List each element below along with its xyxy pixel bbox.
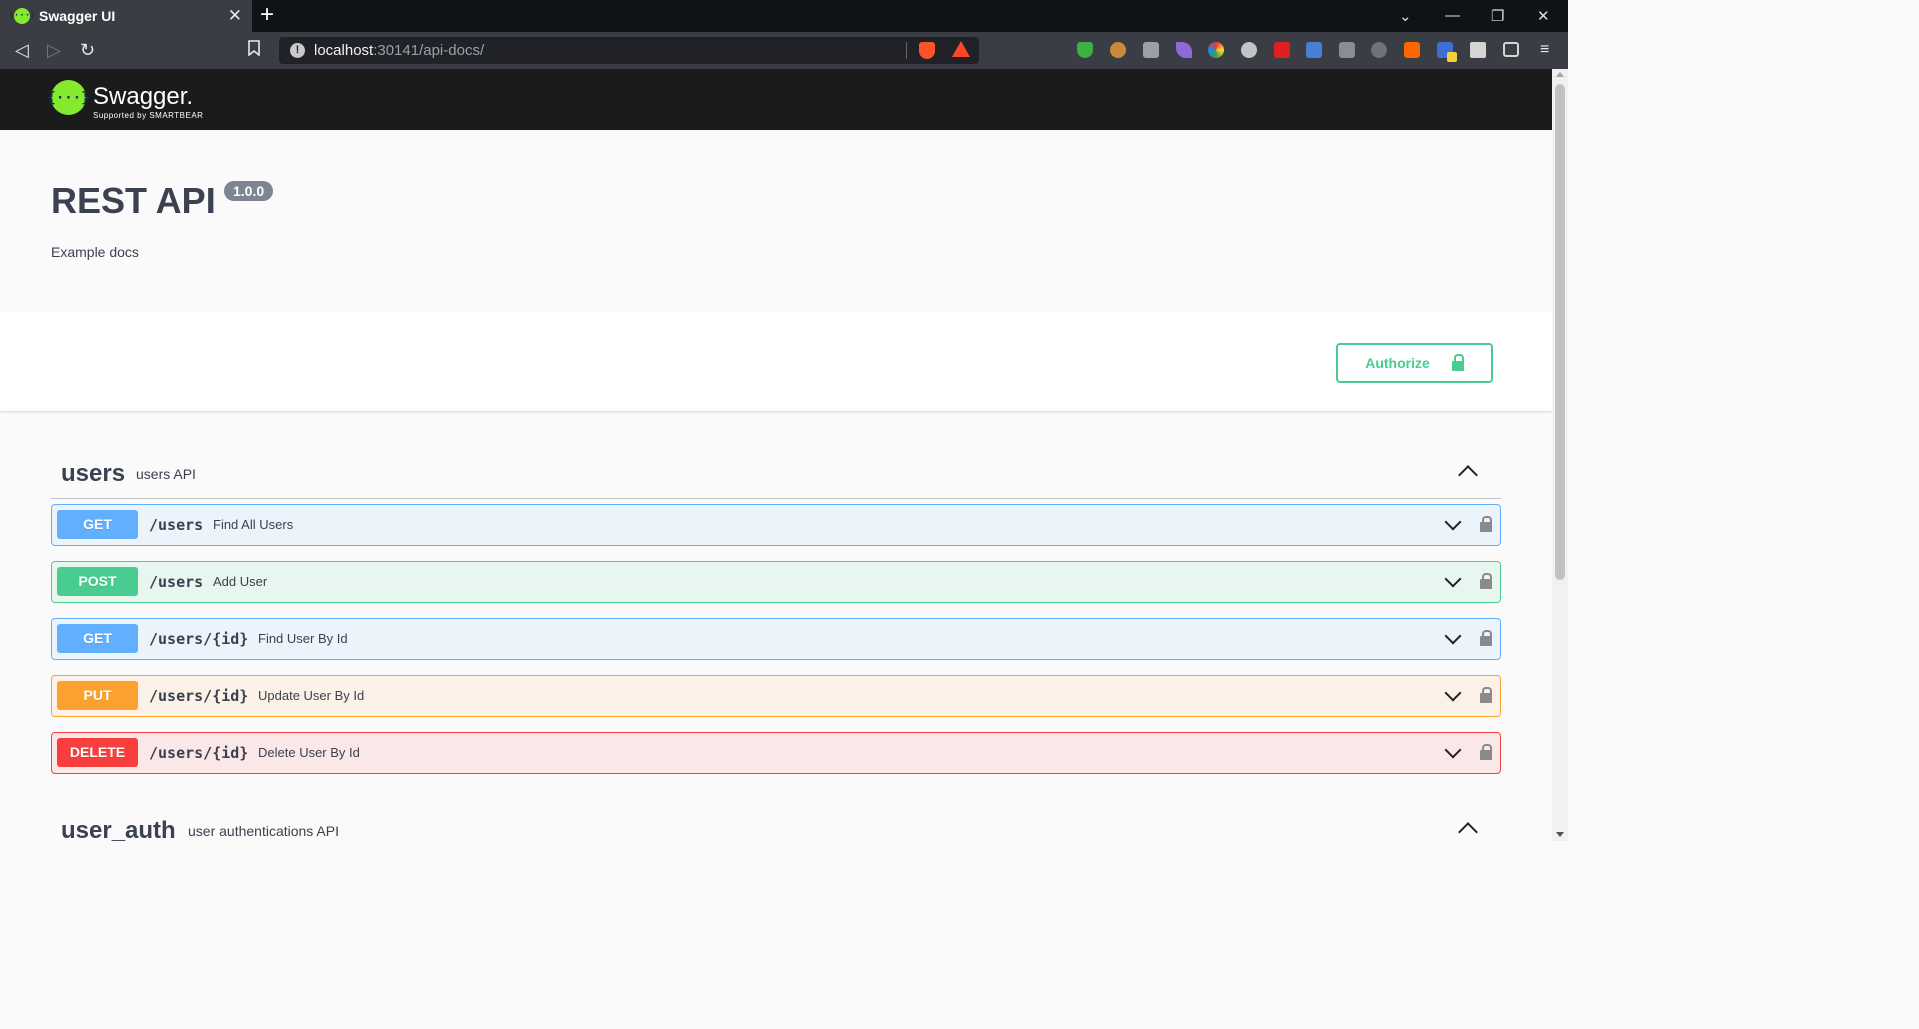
operation-delete-user-by-id[interactable]: DELETE /users/{id} Delete User By Id bbox=[51, 732, 1501, 774]
page-title: REST API bbox=[51, 180, 216, 221]
chevron-up-icon[interactable] bbox=[1458, 465, 1478, 485]
wallet-icon[interactable] bbox=[1503, 42, 1519, 57]
operation-put-user-by-id[interactable]: PUT /users/{id} Update User By Id bbox=[51, 675, 1501, 717]
operation-path: /users bbox=[149, 516, 204, 534]
method-badge: GET bbox=[57, 624, 138, 653]
minimize-icon[interactable]: — bbox=[1445, 7, 1460, 24]
lock-icon[interactable] bbox=[1480, 744, 1492, 760]
lock-icon[interactable] bbox=[1480, 630, 1492, 646]
operation-get-user-by-id[interactable]: GET /users/{id} Find User By Id bbox=[51, 618, 1501, 660]
puzzle-icon[interactable] bbox=[1470, 42, 1486, 58]
y-icon[interactable] bbox=[1404, 42, 1420, 58]
lock-icon[interactable] bbox=[1480, 687, 1492, 703]
unlocked-icon bbox=[1451, 354, 1464, 371]
chevron-down-icon[interactable] bbox=[1444, 570, 1462, 588]
operation-path: /users/{id} bbox=[149, 744, 249, 762]
address-bar[interactable]: ! localhost:30141/api-docs/ bbox=[279, 37, 979, 64]
chevron-down-icon[interactable] bbox=[1444, 741, 1462, 759]
chevron-up-icon[interactable] bbox=[1458, 822, 1478, 842]
tag-name: users bbox=[61, 460, 126, 487]
operation-post-users[interactable]: POST /users Add User bbox=[51, 561, 1501, 603]
url-text: localhost:30141/api-docs/ bbox=[314, 42, 485, 59]
bookmark-icon[interactable] bbox=[248, 40, 260, 61]
site-info-icon[interactable]: ! bbox=[290, 43, 305, 58]
version-badge: 1.0.0 bbox=[224, 181, 274, 201]
authorize-button[interactable]: Authorize bbox=[1336, 343, 1493, 383]
menu-icon[interactable]: ≡ bbox=[1540, 40, 1549, 60]
operation-path: /users/{id} bbox=[149, 630, 249, 648]
tag-description: users API bbox=[136, 466, 196, 482]
authorize-label: Authorize bbox=[1365, 355, 1430, 371]
cookie-icon[interactable] bbox=[1110, 42, 1126, 58]
api-description: Example docs bbox=[51, 244, 139, 260]
lock-icon[interactable] bbox=[1480, 516, 1492, 532]
color-icon[interactable] bbox=[1208, 42, 1224, 58]
feather-icon[interactable] bbox=[1176, 42, 1192, 58]
window-icon[interactable] bbox=[1339, 42, 1355, 58]
back-icon[interactable]: ◁ bbox=[15, 40, 29, 60]
operation-summary: Find All Users bbox=[213, 517, 294, 532]
new-tab-button[interactable]: + bbox=[260, 3, 274, 27]
tag-section-users[interactable]: users users API bbox=[51, 450, 1501, 499]
chevron-down-icon[interactable] bbox=[1444, 684, 1462, 702]
scroll-down-arrow-icon[interactable] bbox=[1556, 832, 1564, 837]
lock-icon[interactable] bbox=[1480, 573, 1492, 589]
method-badge: DELETE bbox=[57, 738, 138, 767]
tab-title: Swagger UI bbox=[39, 8, 116, 24]
browser-tab[interactable]: {···} Swagger UI ✕ bbox=[0, 0, 252, 32]
pdf-icon[interactable] bbox=[1274, 42, 1290, 58]
swagger-favicon-icon: {···} bbox=[8, 8, 36, 24]
operation-path: /users bbox=[149, 573, 204, 591]
gear-icon[interactable] bbox=[1241, 42, 1257, 58]
divider bbox=[906, 42, 907, 59]
brave-shields-icon[interactable] bbox=[919, 42, 935, 59]
operation-path: /users/{id} bbox=[149, 687, 249, 705]
method-badge: GET bbox=[57, 510, 138, 539]
operation-summary: Delete User By Id bbox=[258, 745, 360, 760]
tab-list-icon[interactable]: ⌄ bbox=[1399, 7, 1412, 25]
forward-icon[interactable]: ▷ bbox=[47, 40, 61, 60]
restore-icon[interactable]: ❐ bbox=[1491, 7, 1504, 25]
scheme-container bbox=[0, 311, 1552, 411]
tag-description: user authentications API bbox=[188, 823, 339, 839]
empty-area bbox=[1568, 0, 1919, 1029]
music-icon[interactable] bbox=[1371, 42, 1387, 58]
operation-summary: Update User By Id bbox=[258, 688, 365, 703]
method-badge: POST bbox=[57, 567, 138, 596]
operation-summary: Find User By Id bbox=[258, 631, 348, 646]
operation-get-users[interactable]: GET /users Find All Users bbox=[51, 504, 1501, 546]
swagger-logo-text[interactable]: Swagger. bbox=[93, 83, 193, 111]
scrollbar-thumb[interactable] bbox=[1555, 84, 1565, 580]
operation-summary: Add User bbox=[213, 574, 268, 589]
scroll-up-arrow-icon[interactable] bbox=[1556, 72, 1564, 77]
close-tab-icon[interactable]: ✕ bbox=[228, 7, 242, 24]
brave-rewards-icon[interactable] bbox=[952, 41, 970, 57]
chevron-down-icon[interactable] bbox=[1444, 627, 1462, 645]
chevron-down-icon[interactable] bbox=[1444, 513, 1462, 531]
warning-badge-icon bbox=[1447, 52, 1457, 62]
empty-area-bottom bbox=[0, 841, 1568, 1029]
camera-icon[interactable] bbox=[1143, 42, 1159, 58]
swagger-logo-subtitle: Supported by SMARTBEAR bbox=[93, 111, 204, 120]
swagger-topbar bbox=[0, 69, 1552, 130]
close-window-icon[interactable]: ✕ bbox=[1537, 7, 1550, 25]
swagger-logo-icon[interactable]: {···} bbox=[47, 80, 90, 115]
translate-icon[interactable] bbox=[1306, 42, 1322, 58]
method-badge: PUT bbox=[57, 681, 138, 710]
reload-icon[interactable]: ↻ bbox=[80, 40, 95, 60]
shield-icon[interactable] bbox=[1077, 42, 1093, 58]
